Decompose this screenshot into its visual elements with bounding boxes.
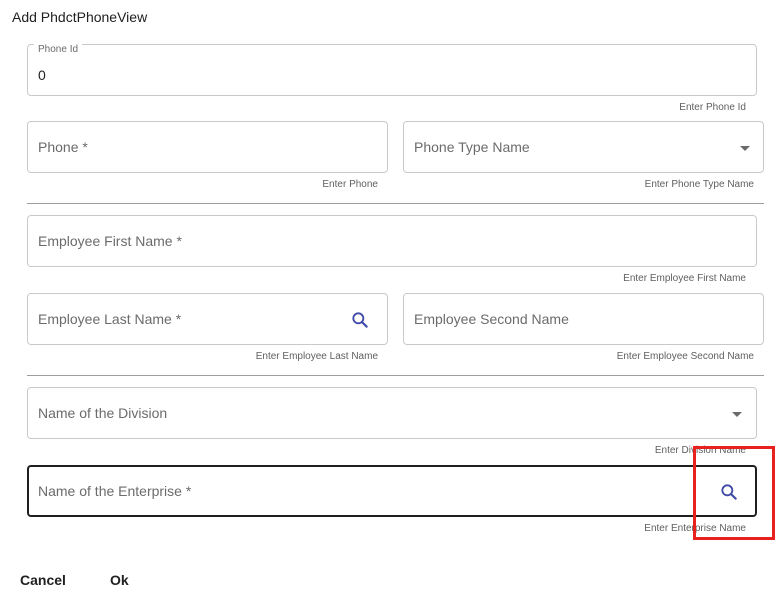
employee-first-name-field[interactable]: Employee First Name * [27,215,757,267]
phone-type-name-select[interactable]: Phone Type Name [403,121,764,173]
phone-hint: Enter Phone [322,179,378,190]
employee-last-name-hint: Enter Employee Last Name [255,351,378,362]
phone-type-name-hint: Enter Phone Type Name [644,179,754,190]
employee-first-name-hint: Enter Employee First Name [623,273,746,284]
highlight-box [693,446,775,540]
enterprise-name-field[interactable]: Name of the Enterprise * [27,465,757,517]
enterprise-name-placeholder: Name of the Enterprise * [38,483,192,499]
section-divider [27,203,764,204]
dialog-title: Add PhdctPhoneView [12,9,148,25]
cancel-button[interactable]: Cancel [20,572,66,588]
phone-field[interactable]: Phone * [27,121,388,173]
chevron-down-icon [732,412,742,417]
ok-button[interactable]: Ok [110,572,129,588]
employee-second-name-hint: Enter Employee Second Name [616,351,754,362]
section-divider [27,375,764,376]
phone-id-field[interactable]: Phone Id 0 [27,44,757,96]
phone-placeholder: Phone * [38,139,88,155]
chevron-down-icon [740,146,750,151]
employee-last-name-placeholder: Employee Last Name * [38,311,182,327]
phone-type-name-placeholder: Phone Type Name [414,139,530,155]
employee-first-name-placeholder: Employee First Name * [38,233,182,249]
phone-id-value: 0 [38,67,46,83]
search-icon[interactable] [350,310,370,330]
phone-id-label: Phone Id [34,44,83,55]
phone-id-hint: Enter Phone Id [679,102,746,113]
employee-second-name-field[interactable]: Employee Second Name [403,293,764,345]
employee-second-name-placeholder: Employee Second Name [414,311,569,327]
division-name-select[interactable]: Name of the Division [27,387,757,439]
division-name-placeholder: Name of the Division [38,405,168,421]
employee-last-name-field[interactable]: Employee Last Name * [27,293,388,345]
